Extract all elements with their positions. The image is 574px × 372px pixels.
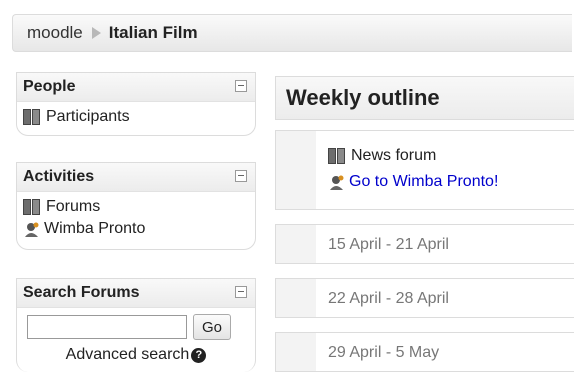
sidebar-item-wimba-pronto[interactable]: Wimba Pronto: [23, 218, 249, 240]
collapse-icon[interactable]: [235, 170, 247, 182]
breadcrumb-home-link[interactable]: moodle: [27, 23, 83, 43]
collapse-icon[interactable]: [235, 80, 247, 92]
page-title: Weekly outline: [275, 76, 574, 120]
forum-icon: [23, 199, 42, 215]
sidebar-item-forums[interactable]: Forums: [23, 196, 249, 218]
advanced-search-link[interactable]: Advanced search: [66, 346, 190, 364]
section-side-strip: [276, 333, 316, 371]
activities-block-header: Activities: [17, 163, 255, 192]
sidebar-item-label: Forums: [46, 198, 101, 215]
forum-icon: [328, 148, 347, 164]
section-side-strip: [276, 279, 316, 317]
advanced-search: Advanced search ?: [23, 346, 249, 364]
people-block-title: People: [23, 78, 76, 95]
wimba-icon: [330, 175, 344, 190]
wimba-pronto-link[interactable]: Go to Wimba Pronto!: [349, 173, 498, 191]
go-button[interactable]: Go: [193, 314, 231, 340]
section-side-strip: [276, 225, 316, 263]
week-date-label: 29 April - 5 May: [328, 344, 440, 361]
week-section: 15 April - 21 April: [275, 224, 574, 264]
help-icon[interactable]: ?: [191, 347, 207, 363]
search-forums-block-header: Search Forums: [17, 279, 255, 308]
activities-block: Activities Forums Wimba Pronto: [16, 162, 256, 250]
search-forums-block-title: Search Forums: [23, 284, 140, 301]
people-block: People Participants: [16, 72, 256, 136]
topic-section-0: News forum Go to Wimba Pronto!: [275, 130, 574, 210]
breadcrumb-current: Italian Film: [108, 23, 198, 42]
search-forums-block: Search Forums Go Advanced search ?: [16, 278, 256, 372]
wimba-icon: [25, 222, 39, 237]
moodle-course-page: moodle Italian Film People Participants …: [0, 0, 574, 372]
search-input[interactable]: [27, 315, 187, 339]
week-date-label: 15 April - 21 April: [328, 236, 449, 253]
week-section: 29 April - 5 May: [275, 332, 574, 372]
sidebar-item-label: Wimba Pronto: [44, 220, 146, 237]
people-block-header: People: [17, 73, 255, 102]
people-icon: [23, 109, 42, 125]
week-section: 22 April - 28 April: [275, 278, 574, 318]
section-side-strip: [276, 131, 316, 209]
activities-block-title: Activities: [23, 168, 95, 185]
collapse-icon[interactable]: [235, 286, 247, 298]
week-date-label: 22 April - 28 April: [328, 290, 449, 307]
sidebar-item-label: Participants: [46, 108, 130, 125]
breadcrumb-separator-icon: [91, 27, 101, 39]
activity-wimba-pronto[interactable]: Go to Wimba Pronto!: [328, 169, 498, 195]
activity-label: News forum: [351, 147, 437, 164]
breadcrumb: moodle Italian Film: [12, 14, 572, 52]
activity-news-forum[interactable]: News forum: [328, 143, 498, 169]
sidebar-item-participants[interactable]: Participants: [23, 106, 249, 128]
